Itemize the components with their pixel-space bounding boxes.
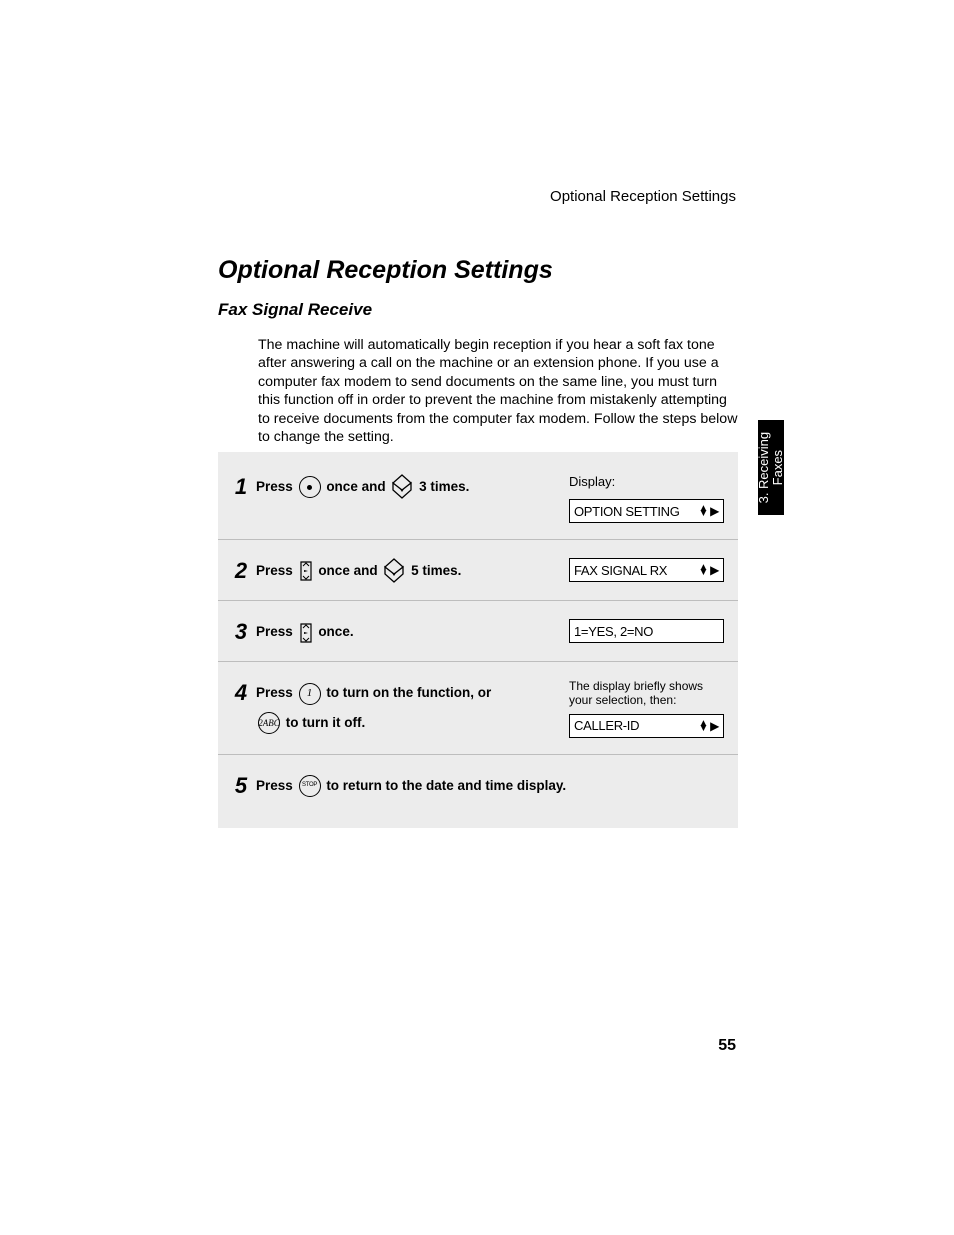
intro-paragraph: The machine will automatically begin rec… [258,336,738,447]
lcd-text: CALLER-ID [574,718,639,733]
step-row-1: 1 Press once and 3 times. Display: OPTIO… [218,464,738,533]
step-text: Press 1 to turn on the function, or 2ABC… [256,680,569,735]
lcd-text: OPTION SETTING [574,504,680,519]
lcd-text: FAX SIGNAL RX [574,563,667,578]
text: once and [318,563,381,578]
tab-line2: Faxes [770,450,785,485]
display-label: Display: [569,474,724,489]
step-text: Press once. [256,619,569,645]
lcd-text: 1=YES, 2=NO [574,624,653,639]
lcd-display: OPTION SETTING ▲▼▶ [569,499,724,523]
step-text: Press once and 5 times. [256,558,569,584]
step-row-5: 5 Press STOP to return to the date and t… [218,754,738,809]
step-text: Press once and 3 times. [256,474,569,500]
lcd-display: 1=YES, 2=NO [569,619,724,643]
step-number: 3 [226,619,256,643]
text: to turn it off. [286,715,365,730]
text: 3 times. [419,479,469,494]
right-paddle-icon [299,560,313,582]
step-number: 4 [226,680,256,704]
text: Press [256,778,297,793]
rocker-down-icon [391,474,413,500]
page-title: Optional Reception Settings [218,256,553,285]
text: Press [256,624,297,639]
right-paddle-icon [299,622,313,644]
step-row-3: 3 Press once. 1=YES, 2=NO [218,600,738,655]
lcd-display: CALLER-ID ▲▼▶ [569,714,724,738]
step-display-col: 1=YES, 2=NO [569,619,724,643]
step-text: Press STOP to return to the date and tim… [256,773,569,799]
step-number: 2 [226,558,256,582]
step-row-4: 4 Press 1 to turn on the function, or 2A… [218,661,738,748]
step-row-2: 2 Press once and 5 times. FAX SIGNAL RX … [218,539,738,594]
steps-panel: 1 Press once and 3 times. Display: OPTIO… [218,452,738,828]
nav-arrows-icon: ▲▼▶ [698,504,719,518]
function-button-icon [299,476,321,498]
stop-button-icon: STOP [299,775,321,797]
chapter-thumb-tab: 3. Receiving Faxes [758,420,784,515]
text: Press [256,563,297,578]
rocker-down-icon [383,558,405,584]
step-display-col: Display: OPTION SETTING ▲▼▶ [569,474,724,523]
nav-arrows-icon: ▲▼▶ [698,563,719,577]
section-subtitle: Fax Signal Receive [218,300,372,320]
keypad-2-icon: 2ABC [258,712,280,734]
display-note: The display briefly shows your selection… [569,680,724,708]
step-display-col: The display briefly shows your selection… [569,680,724,738]
text: 5 times. [411,563,461,578]
lcd-display: FAX SIGNAL RX ▲▼▶ [569,558,724,582]
step-number: 5 [226,773,256,797]
text: to turn on the function, or [326,685,491,700]
nav-arrows-icon: ▲▼▶ [698,719,719,733]
text: Press [256,479,297,494]
text: once and [326,479,389,494]
step-number: 1 [226,474,256,498]
text: once. [318,624,353,639]
keypad-1-icon: 1 [299,683,321,705]
running-header: Optional Reception Settings [550,188,736,205]
text: Press [256,685,297,700]
step-display-col: FAX SIGNAL RX ▲▼▶ [569,558,724,582]
page-number: 55 [718,1037,736,1055]
text: to return to the date and time display. [326,778,566,793]
